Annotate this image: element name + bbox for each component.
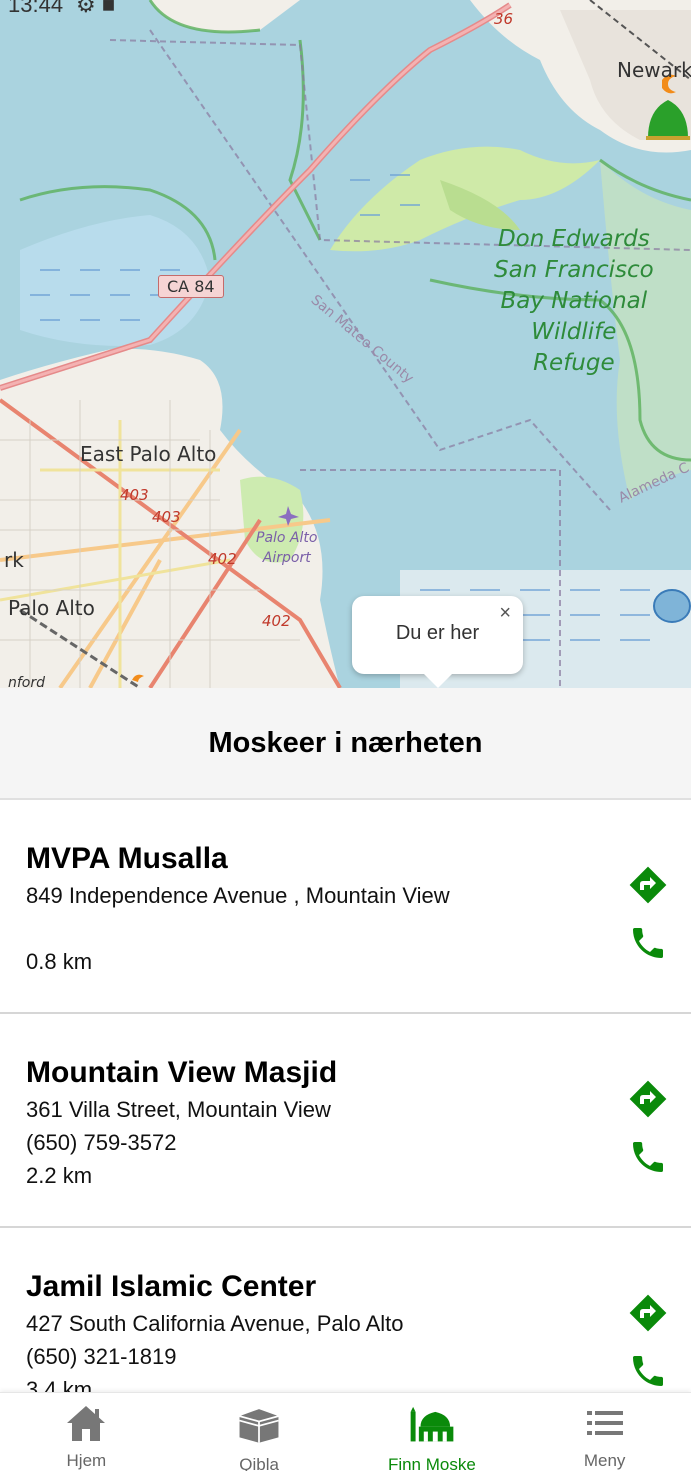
nav-item-find-mosque[interactable]: Finn Moske xyxy=(346,1393,519,1471)
map-label-fragment-2: nford xyxy=(8,675,46,688)
directions-button[interactable] xyxy=(627,864,669,906)
mosque-phone: (650) 759-3572 xyxy=(26,1130,177,1155)
call-button[interactable] xyxy=(627,1350,669,1392)
nav-label-home: Hjem xyxy=(66,1451,107,1470)
refuge-line-1: Don Edwards xyxy=(497,226,650,252)
nav-item-home[interactable]: Hjem xyxy=(0,1393,173,1471)
refuge-line-2: San Francisco xyxy=(494,257,654,283)
map-label-refuge: Don Edwards San Francisco Bay National W… xyxy=(494,224,654,379)
nav-label-menu: Meny xyxy=(583,1451,626,1470)
bottom-navigation: Hjem Qibla Finn Moske Meny xyxy=(0,1392,691,1471)
mosque-phone xyxy=(26,912,665,945)
list-item[interactable]: Mountain View Masjid 361 Villa Street, M… xyxy=(0,1014,691,1228)
mosque-icon xyxy=(409,1403,455,1447)
mosque-distance: 2.2 km xyxy=(26,1163,93,1188)
mosque-phone: (650) 321-1819 xyxy=(26,1344,177,1369)
location-popup: Du er her × xyxy=(352,596,523,688)
status-icons: ⚙ ■ xyxy=(76,0,116,17)
list-item[interactable]: MVPA Musalla 849 Independence Avenue , M… xyxy=(0,800,691,1014)
phone-icon xyxy=(633,928,663,958)
airport-line-2: Airport xyxy=(262,550,311,566)
list-title: Moskeer i nærheten xyxy=(208,726,483,759)
mosque-name: Mountain View Masjid xyxy=(26,1056,338,1089)
directions-button[interactable] xyxy=(627,1292,669,1334)
route-label-402b: 402 xyxy=(262,612,291,630)
airport-line-1: Palo Alto xyxy=(256,530,318,546)
refuge-line-5: Refuge xyxy=(533,350,615,376)
refuge-line-4: Wildlife xyxy=(531,319,617,345)
list-item[interactable]: Jamil Islamic Center 427 South Californi… xyxy=(0,1228,691,1392)
map-view[interactable]: 13:44 ⚙ ■ East Palo Alto Palo Alto rk nf… xyxy=(0,0,691,688)
phone-icon xyxy=(633,1142,663,1172)
map-label-palo-alto: Palo Alto xyxy=(8,596,95,620)
directions-icon xyxy=(629,1080,667,1118)
popup-close-button[interactable]: × xyxy=(499,602,511,625)
home-icon xyxy=(63,1403,109,1443)
kaaba-icon xyxy=(236,1403,282,1447)
mosque-distance: 3.4 km xyxy=(26,1377,93,1392)
nav-item-qibla[interactable]: Qibla xyxy=(173,1393,346,1471)
directions-icon xyxy=(629,1294,667,1332)
map-label-fragment: rk xyxy=(4,548,24,572)
call-button[interactable] xyxy=(627,922,669,964)
nav-item-menu[interactable]: Meny xyxy=(518,1393,691,1471)
menu-icon xyxy=(582,1403,628,1443)
list-header: Moskeer i nærheten xyxy=(0,688,691,800)
popup-text: Du er her xyxy=(395,622,480,644)
status-time: 13:44 xyxy=(8,0,64,17)
nav-label-find-mosque: Finn Moske xyxy=(387,1455,476,1471)
route-label-403a: 403 xyxy=(120,486,149,504)
map-label-airport: Palo Alto Airport xyxy=(256,528,317,568)
mosque-address: 361 Villa Street, Mountain View xyxy=(26,1097,331,1122)
mosque-name: MVPA Musalla xyxy=(26,842,228,875)
mosque-address: 427 South California Avenue, Palo Alto xyxy=(26,1311,404,1336)
map-label-newark: Newark xyxy=(617,58,691,82)
mosque-distance: 0.8 km xyxy=(26,949,93,974)
route-label-36: 36 xyxy=(494,10,514,28)
mosque-name: Jamil Islamic Center xyxy=(26,1270,317,1303)
mosque-list[interactable]: MVPA Musalla 849 Independence Avenue , M… xyxy=(0,800,691,1392)
directions-button[interactable] xyxy=(627,1078,669,1120)
phone-icon xyxy=(633,1356,663,1386)
map-label-east-palo-alto: East Palo Alto xyxy=(80,442,217,466)
directions-icon xyxy=(629,866,667,904)
highway-shield-ca84: CA 84 xyxy=(158,275,224,298)
nav-label-qibla: Qibla xyxy=(239,1455,279,1471)
mosque-address: 849 Independence Avenue , Mountain View xyxy=(26,883,450,908)
refuge-line-3: Bay National xyxy=(500,288,648,314)
call-button[interactable] xyxy=(627,1136,669,1178)
route-label-402a: 402 xyxy=(208,550,237,568)
route-label-403b: 403 xyxy=(152,508,181,526)
